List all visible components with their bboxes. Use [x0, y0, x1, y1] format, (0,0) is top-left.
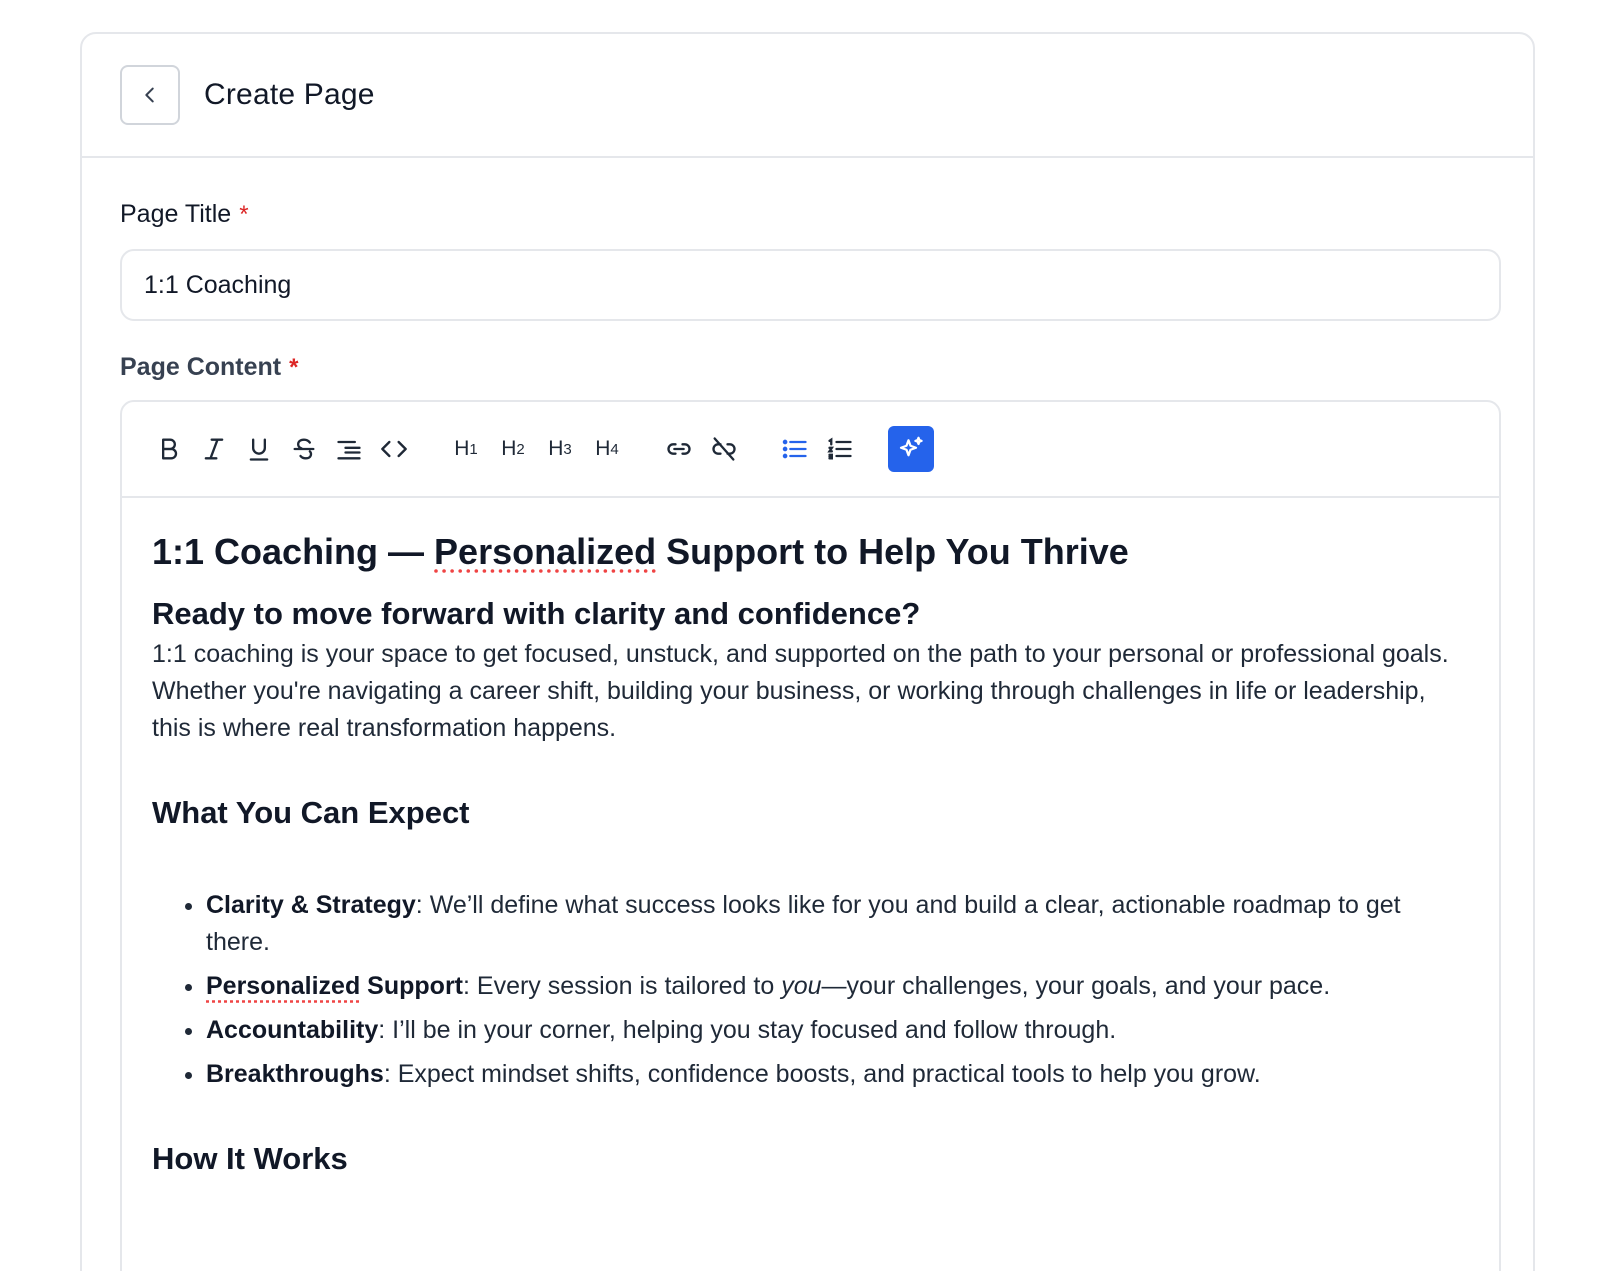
code-icon	[381, 440, 407, 458]
link-button[interactable]	[660, 430, 698, 468]
heading-1-label: H	[454, 437, 470, 460]
strikethrough-button[interactable]	[285, 430, 323, 468]
content-heading-prefix: 1:1 Coaching —	[152, 531, 435, 572]
section-heading-how: How It Works	[152, 1141, 348, 1176]
card-header: Create Page	[82, 34, 1533, 158]
page-content-label-text: Page Content	[120, 353, 282, 381]
code-button[interactable]	[375, 430, 413, 468]
list-item-bold: Clarity & Strategy	[206, 891, 416, 919]
unlink-icon	[712, 437, 736, 461]
heading-2-sub: 2	[516, 440, 525, 458]
heading-4-sub: 4	[610, 440, 619, 458]
strikethrough-icon	[293, 438, 315, 460]
content-subheading: Ready to move forward with clarity and c…	[152, 596, 921, 631]
list-item: Personalized Support: Every session is t…	[206, 968, 1469, 1005]
sparkles-icon	[899, 436, 923, 457]
italic-icon	[204, 438, 224, 460]
indent-button[interactable]	[330, 430, 368, 468]
rich-text-editor: H1 H2 H3 H4 1:1 Coaching — Personalized …	[120, 400, 1501, 1271]
indent-icon	[337, 440, 361, 460]
back-button[interactable]	[120, 65, 180, 125]
heading-4-button[interactable]: H4	[587, 430, 627, 468]
bullet-list-icon	[782, 439, 807, 459]
underline-button[interactable]	[240, 430, 278, 468]
bullet-list-button[interactable]	[776, 430, 814, 468]
heading-2-label: H	[501, 437, 517, 460]
page-title-input[interactable]	[120, 249, 1501, 321]
page-form: Page Title * Page Content *	[82, 200, 1533, 1271]
list-item: Clarity & Strategy: We’ll define what su…	[206, 887, 1469, 961]
required-mark: *	[239, 201, 249, 228]
list-item-text: : Every session is tailored to	[463, 972, 782, 1000]
page-content-label: Page Content *	[120, 353, 1495, 382]
heading-3-button[interactable]: H3	[540, 430, 580, 468]
numbered-list-icon	[827, 437, 852, 460]
link-icon	[667, 443, 691, 455]
list-item: Breakthroughs: Expect mindset shifts, co…	[206, 1056, 1469, 1093]
unlink-button[interactable]	[705, 430, 743, 468]
content-heading: 1:1 Coaching — Personalized Support to H…	[152, 528, 1469, 576]
create-page-card: Create Page Page Title * Page Content *	[80, 32, 1535, 1271]
page-title-label: Page Title *	[120, 200, 1495, 229]
numbered-list-button[interactable]	[821, 430, 859, 468]
list-item-bold: Accountability	[206, 1016, 379, 1044]
chevron-left-icon	[145, 87, 154, 103]
italic-button[interactable]	[195, 430, 233, 468]
section-heading-expect: What You Can Expect	[152, 795, 470, 830]
list-item-text: —your challenges, your goals, and your p…	[821, 972, 1331, 1000]
heading-2-button[interactable]: H2	[493, 430, 533, 468]
content-heading-spellcheck-word: Personalized	[434, 531, 657, 572]
list-item-bold: Personalized Support	[206, 972, 463, 1000]
editor-content[interactable]: 1:1 Coaching — Personalized Support to H…	[122, 498, 1499, 1181]
expect-list: Clarity & Strategy: We’ll define what su…	[152, 887, 1469, 1093]
page-title: Create Page	[204, 78, 375, 111]
list-item-text: : I’ll be in your corner, helping you st…	[378, 1016, 1117, 1044]
content-intro: 1:1 coaching is your space to get focuse…	[152, 640, 1449, 742]
list-item: Accountability: I’ll be in your corner, …	[206, 1012, 1469, 1049]
heading-4-label: H	[595, 437, 611, 460]
list-item-bold: Breakthroughs	[206, 1060, 384, 1088]
page-title-label-text: Page Title	[120, 200, 232, 228]
content-heading-suffix: Support to Help You Thrive	[656, 531, 1129, 572]
underline-icon	[249, 438, 269, 461]
list-item-text: : Expect mindset shifts, confidence boos…	[383, 1060, 1261, 1088]
list-item-italic: you	[781, 972, 822, 1000]
required-mark: *	[289, 354, 299, 381]
bold-icon	[162, 438, 178, 460]
list-item-bold-rest: Support	[360, 972, 463, 1000]
heading-1-sub: 1	[469, 440, 478, 458]
list-item-spellcheck-word: Personalized	[206, 972, 361, 1000]
editor-toolbar: H1 H2 H3 H4	[122, 402, 1499, 498]
heading-3-label: H	[548, 437, 564, 460]
ai-assist-button[interactable]	[888, 426, 934, 472]
bold-button[interactable]	[150, 430, 188, 468]
heading-3-sub: 3	[563, 440, 572, 458]
heading-1-button[interactable]: H1	[446, 430, 486, 468]
